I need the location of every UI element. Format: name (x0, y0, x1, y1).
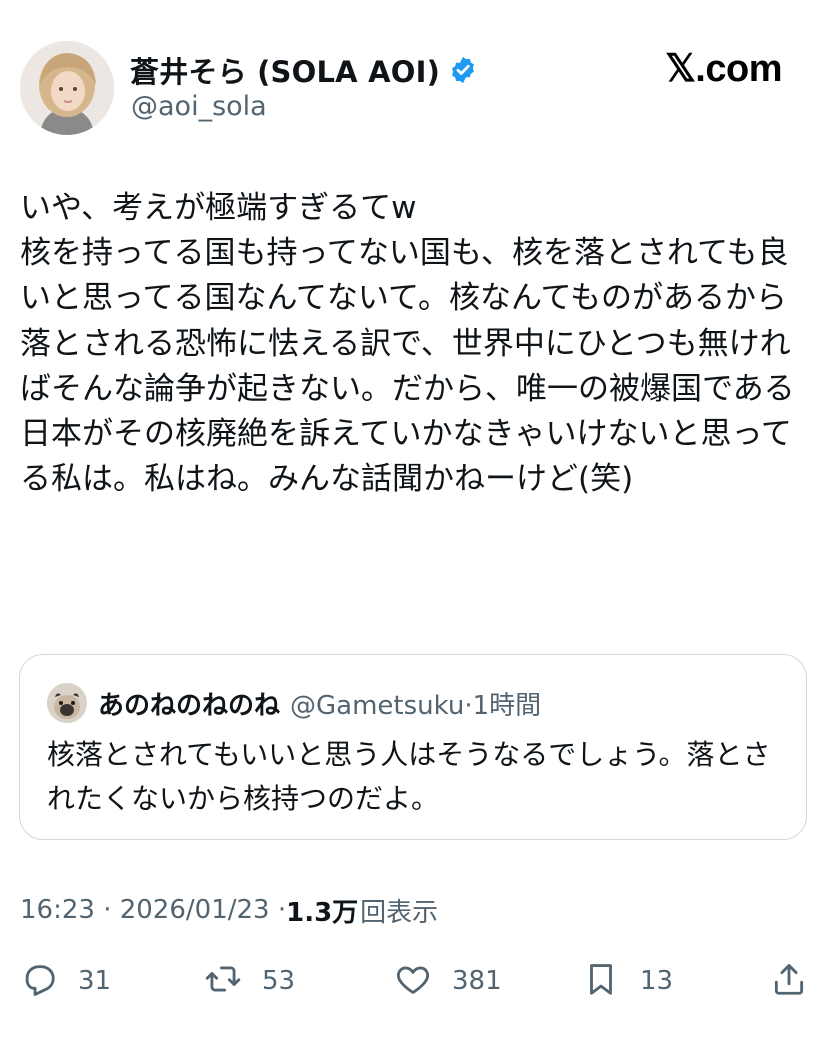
tweet-timestamp[interactable]: 16:23 · 2026/01/23 · (20, 895, 286, 925)
repost-count: 53 (262, 966, 296, 996)
author-handle[interactable]: @aoi_sola (131, 91, 267, 122)
bookmark-count: 13 (640, 966, 674, 996)
reply-button[interactable]: 31 (20, 955, 111, 1007)
verified-badge-icon (448, 55, 478, 85)
views-label: 回表示 (360, 897, 439, 928)
tweet-text: いや、考えが極端すぎるてw 核を持ってる国も持ってない国も、核を落とされても良い… (20, 190, 795, 498)
quote-text: 核落とされてもいいと思う人はそうなるでしょう。落とされたくないから核持つのだよ。 (47, 738, 771, 815)
x-com-logo: 𝕏.com (665, 48, 782, 90)
like-button[interactable]: 381 (394, 955, 502, 1007)
share-icon (770, 960, 808, 1002)
tweet-meta: 16:23 · 2026/01/23 · 1.3万 回表示 (20, 890, 438, 930)
quoted-tweet[interactable]: あのねのねのね @Gametsuku·1時間 核落とされてもいいと思う人はそうな… (19, 654, 807, 840)
like-icon (394, 960, 432, 1002)
quote-header: あのねのねのね @Gametsuku·1時間 (98, 683, 541, 723)
action-bar: 31 53 381 13 (0, 955, 828, 1007)
share-button[interactable] (770, 955, 808, 1007)
quote-author-avatar[interactable] (47, 683, 87, 723)
repost-button[interactable]: 53 (204, 955, 295, 1007)
author-name-row: 蒼井そら (SOLA AOI) (130, 49, 478, 91)
repost-icon (204, 960, 242, 1002)
like-count: 381 (452, 966, 502, 996)
author-avatar[interactable] (20, 41, 114, 135)
views-count: 1.3万 (286, 897, 359, 928)
reply-icon (20, 960, 58, 1002)
reply-count: 31 (78, 966, 112, 996)
author-display-name[interactable]: 蒼井そら (SOLA AOI) (130, 49, 440, 91)
bookmark-icon (582, 960, 620, 1002)
quote-author-name[interactable]: あのねのねのね (98, 685, 280, 722)
bookmark-button[interactable]: 13 (582, 955, 673, 1007)
quote-author-meta: @Gametsuku·1時間 (290, 690, 542, 721)
